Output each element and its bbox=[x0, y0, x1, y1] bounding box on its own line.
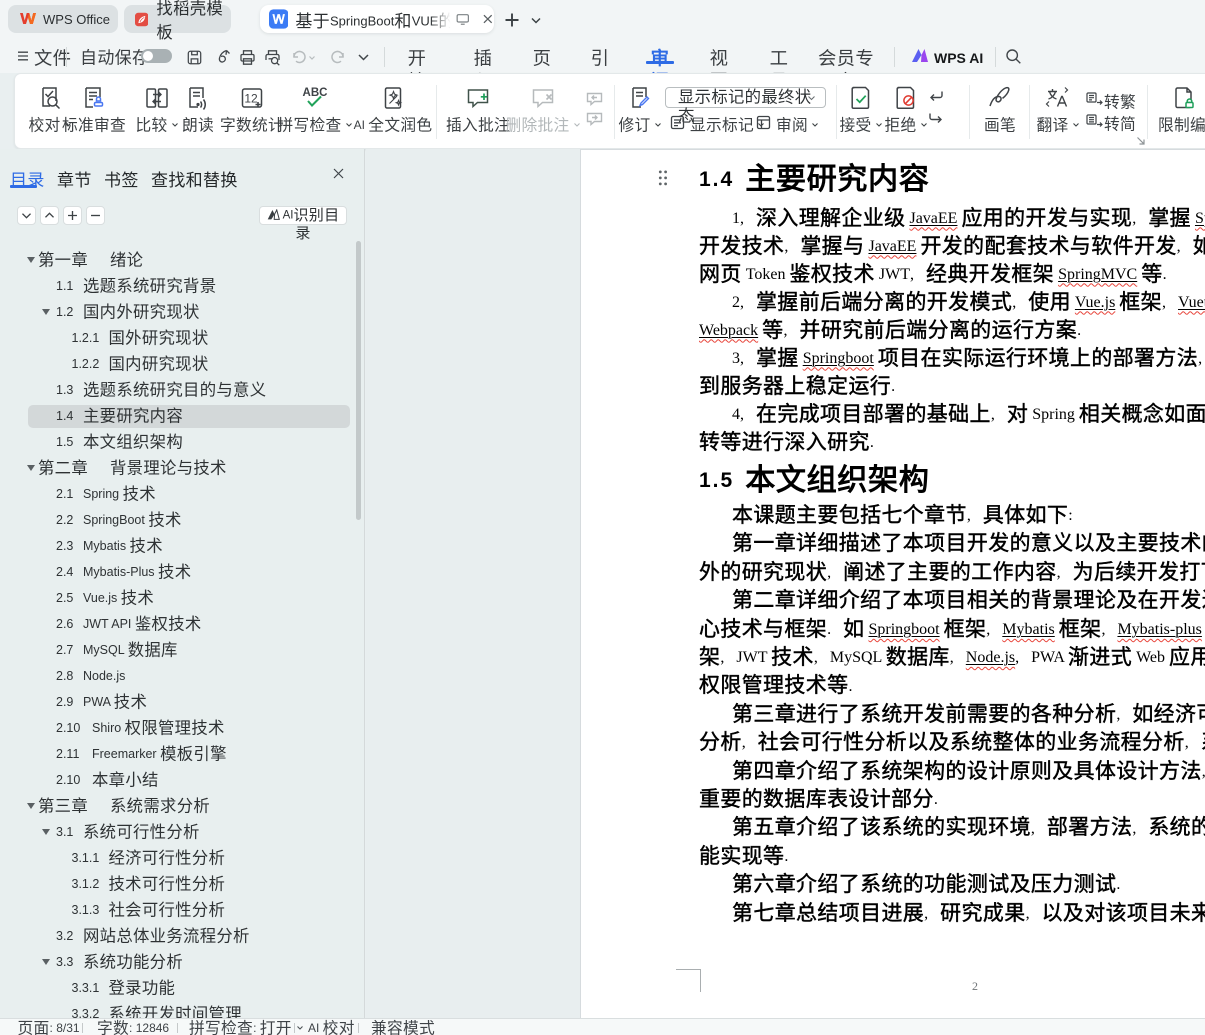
svg-text:ABC: ABC bbox=[303, 87, 328, 99]
svg-text:12: 12 bbox=[244, 92, 258, 106]
